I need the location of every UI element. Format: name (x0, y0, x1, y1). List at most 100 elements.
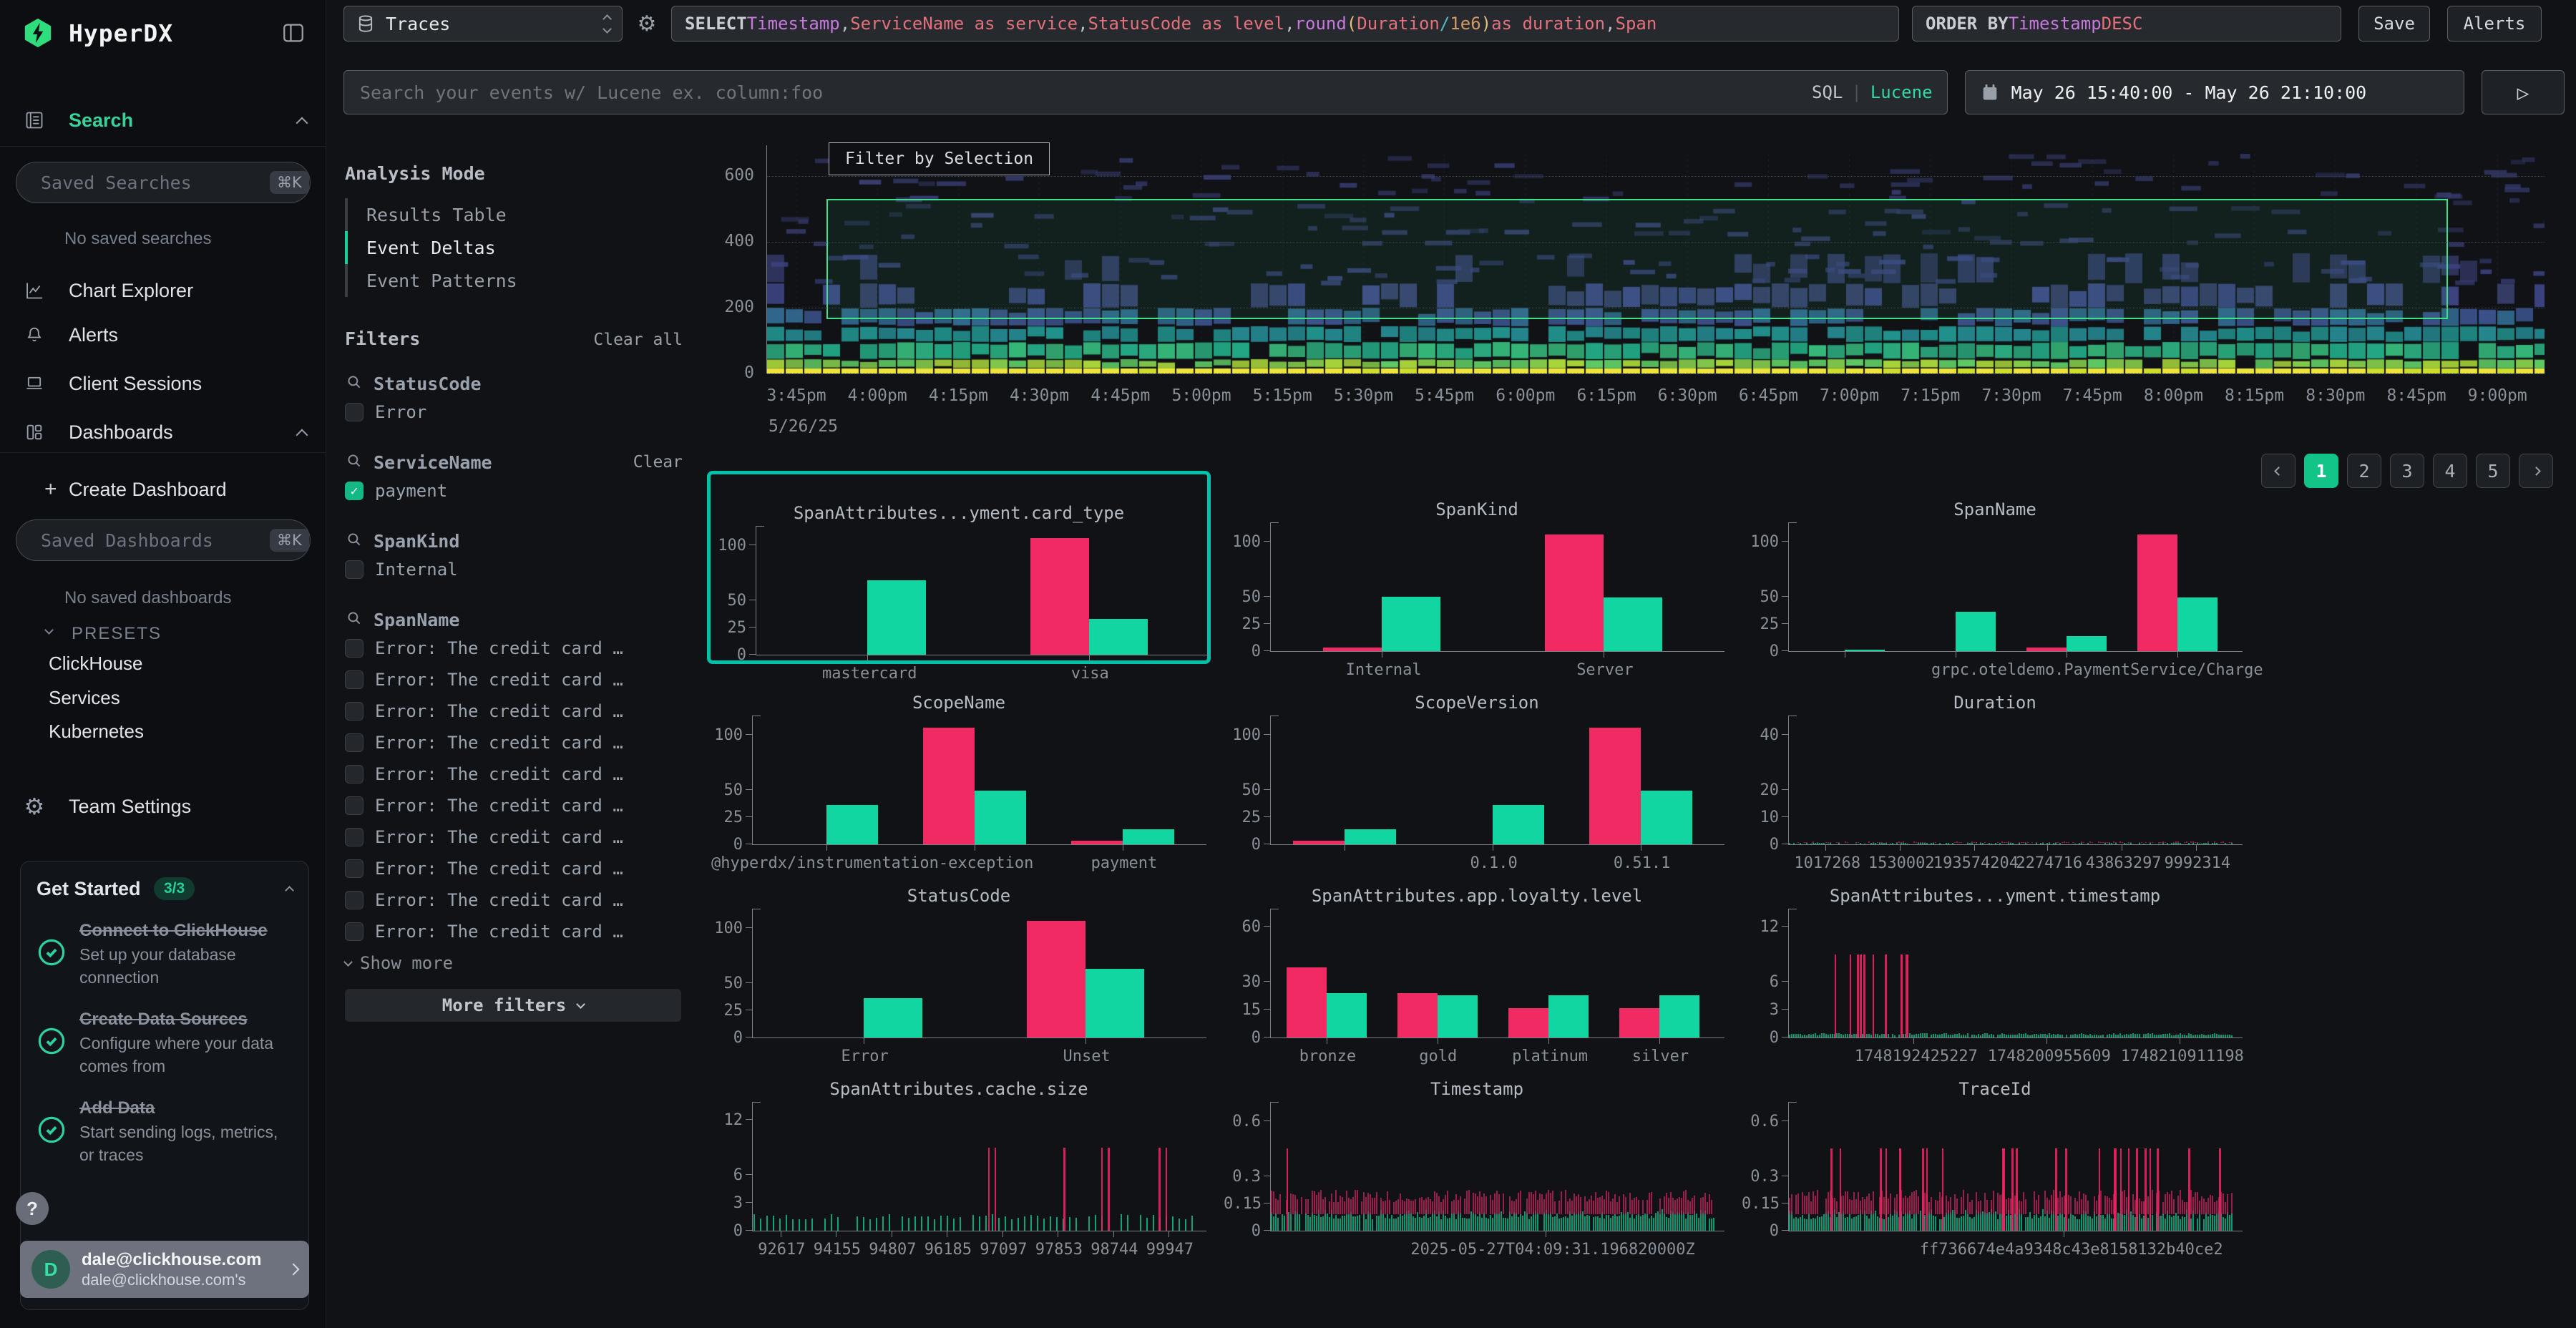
save-button[interactable]: Save (2358, 6, 2430, 42)
chart-timestamp[interactable]: Timestamp0.60.30.1502025-05-27T04:09:31.… (1225, 1050, 1729, 1244)
bar-green[interactable] (1085, 969, 1144, 1038)
pagination-page-4[interactable]: 4 (2433, 454, 2467, 488)
more-filters-button[interactable]: More filters (345, 989, 681, 1022)
checkbox-checked[interactable]: ✓ (345, 482, 364, 500)
heatmap-selection-region[interactable] (826, 199, 2448, 319)
analysis-mode-event-deltas[interactable]: Event Deltas (345, 231, 683, 264)
sidebar-item-kubernetes[interactable]: Kubernetes (49, 721, 144, 743)
chart-spanattributes-yment-timestamp[interactable]: SpanAttributes...yment.timestamp12630174… (1743, 857, 2247, 1050)
bar-red[interactable] (1027, 921, 1085, 1038)
source-selector[interactable]: Traces (343, 6, 623, 42)
checkbox-unchecked[interactable] (345, 891, 364, 909)
user-menu[interactable]: D dale@clickhouse.com dale@clickhouse.co… (20, 1241, 309, 1298)
bar-red[interactable] (1545, 534, 1604, 651)
sidebar-item-services[interactable]: Services (49, 687, 120, 709)
presets-toggle[interactable]: PRESETS (0, 621, 326, 647)
bar-red[interactable] (1293, 841, 1345, 844)
filter-checkbox-item[interactable]: Error: The credit card … (345, 884, 683, 916)
checkbox-unchecked[interactable] (345, 859, 364, 878)
pagination-page-2[interactable]: 2 (2347, 454, 2381, 488)
bar-green[interactable] (1327, 993, 1367, 1038)
bar-red[interactable] (1323, 648, 1382, 651)
bar-green[interactable] (1089, 619, 1148, 655)
bar-green[interactable] (1345, 829, 1396, 844)
checkbox-unchecked[interactable] (345, 670, 364, 689)
source-settings-button[interactable]: ⚙ (633, 11, 661, 36)
bar-green[interactable] (1548, 995, 1589, 1038)
filter-checkbox-item[interactable]: Error: The credit card … (345, 853, 683, 884)
filter-checkbox-item[interactable]: Error (345, 396, 683, 428)
pagination-page-3[interactable]: 3 (2390, 454, 2424, 488)
bar-red[interactable] (1030, 538, 1089, 655)
search-icon[interactable] (345, 609, 364, 630)
get-started-item[interactable]: Create Data SourcesConfigure where your … (36, 1007, 293, 1078)
bar-green[interactable] (2177, 597, 2218, 651)
filter-checkbox-item[interactable]: Error: The credit card … (345, 664, 683, 695)
filter-checkbox-item[interactable]: ✓payment (345, 475, 683, 507)
chart-spanattributes-app-loyalty-level[interactable]: SpanAttributes.app.loyalty.level6030150b… (1225, 857, 1729, 1050)
date-range-picker[interactable]: May 26 15:40:00 - May 26 21:10:00 (1965, 70, 2465, 114)
bar-red[interactable] (1397, 993, 1438, 1038)
filter-checkbox-item[interactable]: Error: The credit card … (345, 821, 683, 853)
search-icon[interactable] (345, 530, 364, 552)
sidebar-item-team-settings[interactable]: ⚙ Team Settings (0, 790, 326, 823)
filter-checkbox-item[interactable]: Error: The credit card … (345, 695, 683, 727)
bar-green[interactable] (864, 998, 922, 1038)
sidebar-item-dashboards[interactable]: Dashboards (0, 416, 326, 448)
help-button[interactable]: ? (16, 1192, 49, 1225)
bar-red[interactable] (1589, 728, 1641, 844)
chart-scopeversion[interactable]: ScopeVersion100502500.1.00.51.1 (1225, 664, 1729, 857)
chart-spanattributes-yment-card-type[interactable]: SpanAttributes...yment.card_type10050250… (707, 471, 1211, 664)
bar-green[interactable] (867, 580, 926, 655)
bar-green[interactable] (1382, 597, 1440, 651)
filter-checkbox-item[interactable]: Error: The credit card … (345, 790, 683, 821)
bar-red[interactable] (2137, 534, 2177, 651)
get-started-header[interactable]: Get Started 3/3 (36, 877, 293, 900)
bar-red[interactable] (1619, 1008, 1659, 1038)
create-dashboard-button[interactable]: + Create Dashboard (0, 474, 326, 505)
checkbox-unchecked[interactable] (345, 733, 364, 752)
checkbox-unchecked[interactable] (345, 922, 364, 941)
sidebar-item-clickhouse[interactable]: ClickHouse (49, 653, 143, 675)
bar-red[interactable] (1287, 967, 1327, 1038)
bar-green[interactable] (826, 805, 878, 844)
clear-filter-button[interactable]: Clear (633, 453, 683, 472)
checkbox-unchecked[interactable] (345, 639, 364, 658)
collapse-sidebar-icon[interactable] (280, 21, 306, 45)
pagination-page-5[interactable]: 5 (2476, 454, 2510, 488)
clear-all-button[interactable]: Clear all (593, 331, 683, 349)
sidebar-item-client-sessions[interactable]: Client Sessions (0, 368, 326, 399)
chart-scopename[interactable]: ScopeName10050250@hyperdx/instrumentatio… (707, 664, 1211, 857)
bar-green[interactable] (1641, 791, 1692, 844)
events-heatmap[interactable]: Filter by Selection 5/26/25 60040020003:… (767, 154, 2545, 374)
bar-green[interactable] (1845, 650, 1885, 651)
analysis-mode-event-patterns[interactable]: Event Patterns (345, 264, 683, 297)
bar-red[interactable] (1071, 841, 1123, 844)
checkbox-unchecked[interactable] (345, 702, 364, 721)
bar-green[interactable] (1493, 805, 1544, 844)
bar-red[interactable] (1508, 1008, 1548, 1038)
saved-searches-input[interactable]: ⌘K (16, 162, 311, 203)
bar-red[interactable] (923, 728, 975, 844)
sidebar-item-search[interactable]: Search (0, 106, 326, 135)
chart-spanattributes-cache-size[interactable]: SpanAttributes.cache.size126309261794155… (707, 1050, 1211, 1244)
run-query-button[interactable]: ▷ (2482, 70, 2565, 114)
saved-dashboards-input[interactable]: ⌘K (16, 519, 311, 561)
lang-lucene-toggle[interactable]: Lucene (1870, 82, 1933, 102)
pagination-page-1[interactable]: 1 (2304, 454, 2338, 488)
chart-spanname[interactable]: SpanName10050250grpc.oteldemo.PaymentSer… (1743, 471, 2247, 664)
checkbox-unchecked[interactable] (345, 828, 364, 846)
lang-sql-toggle[interactable]: SQL (1812, 82, 1843, 102)
bar-green[interactable] (1956, 612, 1996, 651)
search-icon[interactable] (345, 373, 364, 394)
checkbox-unchecked[interactable] (345, 560, 364, 579)
search-icon[interactable] (345, 451, 364, 473)
chart-traceid[interactable]: TraceId0.60.30.150ff736674e4a9348c43e815… (1743, 1050, 2247, 1244)
analysis-mode-results-table[interactable]: Results Table (345, 198, 683, 231)
checkbox-unchecked[interactable] (345, 796, 364, 815)
sql-select-input[interactable]: SELECT Timestamp, ServiceName as service… (671, 6, 1899, 42)
filter-checkbox-item[interactable]: Error: The credit card … (345, 916, 683, 947)
show-more-button[interactable]: Show more (345, 949, 683, 977)
saved-dashboards-field[interactable] (39, 529, 270, 552)
get-started-item[interactable]: Connect to ClickHouseSet up your databas… (36, 919, 293, 989)
